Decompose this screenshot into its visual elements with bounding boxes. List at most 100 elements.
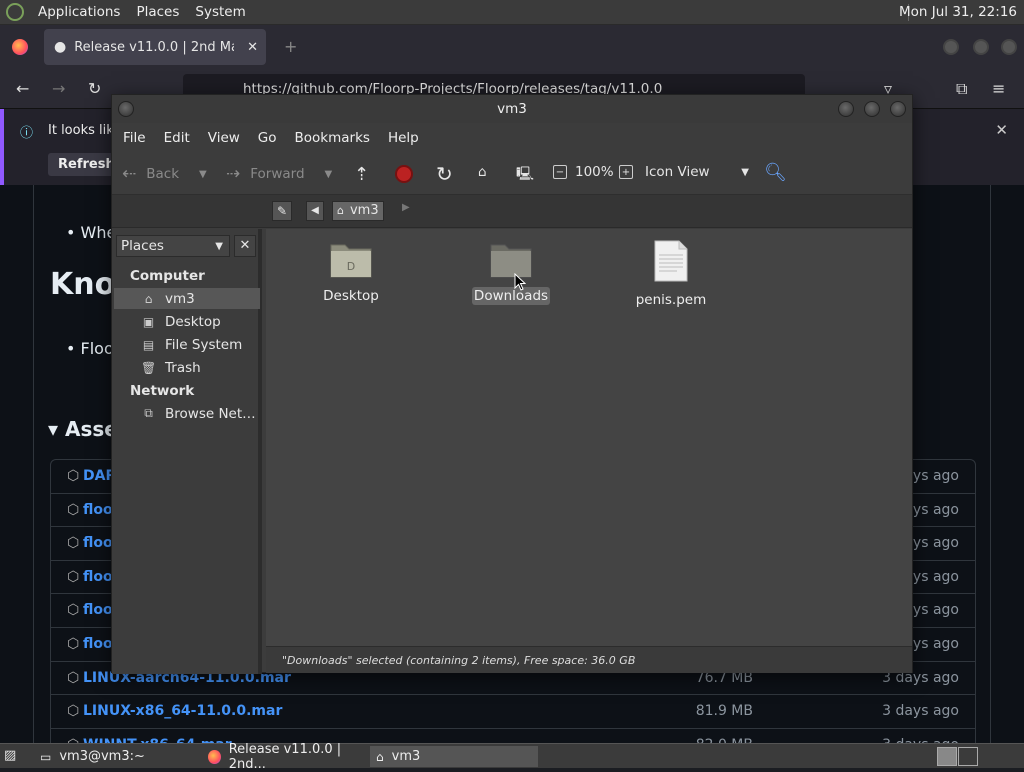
chevron-down-icon: ▼	[215, 240, 223, 252]
task-terminal[interactable]: ▭ vm3@vm3:~	[34, 746, 198, 767]
close-tab-icon[interactable]: ✕	[247, 40, 258, 55]
package-icon: ⬡	[67, 635, 80, 652]
task-firefox[interactable]: Release v11.0.0 | 2nd...	[202, 742, 368, 772]
asset-link[interactable]: floo	[83, 569, 113, 585]
asset-date: 3 days ago	[882, 703, 959, 720]
menu-help[interactable]: Help	[379, 130, 428, 146]
view-mode-select[interactable]: Icon View ▼	[645, 164, 749, 180]
menu-applications[interactable]: Applications	[30, 4, 128, 20]
menu-edit[interactable]: Edit	[155, 130, 199, 146]
window-titlebar[interactable]: vm3	[112, 95, 912, 123]
close-window-icon[interactable]	[1001, 39, 1017, 55]
asset-link[interactable]: floo	[83, 502, 113, 518]
clock[interactable]: Mon Jul 31, 22:16	[899, 4, 1017, 20]
menu-view[interactable]: View	[199, 130, 249, 146]
home-folder-icon: ⌂	[337, 204, 344, 217]
toggle-location-entry-icon[interactable]: ✎	[272, 201, 292, 221]
downloads-folder-icon	[490, 244, 532, 278]
window-menu-icon[interactable]	[118, 101, 134, 117]
close-sidebar-icon[interactable]: ✕	[234, 235, 256, 257]
asset-link[interactable]: LINUX-x86_64-11.0.0.mar	[83, 703, 282, 719]
reload-icon[interactable]: ↻	[436, 162, 453, 186]
asset-size: 81.9 MB	[695, 703, 753, 720]
package-icon: ⬡	[67, 501, 80, 518]
workspace-2[interactable]	[958, 747, 978, 766]
sidebar-item-trash[interactable]: 🗑︎ Trash	[114, 357, 260, 378]
forward-arrow-icon: ⇢	[226, 164, 241, 184]
menu-file[interactable]: File	[114, 130, 155, 146]
sidebar-item-file-system[interactable]: ▤ File System	[114, 334, 260, 355]
sidebar-heading-computer: Computer	[130, 268, 205, 284]
sidebar-item-vm3[interactable]: ⌂ vm3	[114, 288, 260, 309]
close-window-icon[interactable]	[890, 101, 906, 117]
tab-title: Release v11.0.0 | 2nd Major	[74, 39, 234, 55]
maximize-icon[interactable]	[864, 101, 880, 117]
desktop-folder-icon: ▣	[142, 314, 155, 329]
minimize-icon[interactable]	[838, 101, 854, 117]
toolbar: ⇠ Back ▼ ⇢ Forward ▼ ⇡ ↻ ⌂ 🖳 − 100% + Ic…	[112, 153, 912, 195]
task-file-manager[interactable]: ⌂ vm3	[370, 746, 538, 767]
trash-icon: 🗑︎	[141, 360, 157, 375]
mouse-cursor-icon	[514, 273, 526, 291]
new-tab-icon[interactable]: +	[284, 37, 297, 56]
stop-icon[interactable]	[395, 165, 413, 183]
back-arrow-icon[interactable]: ←	[16, 79, 29, 98]
hamburger-menu-icon[interactable]: ≡	[992, 79, 1005, 98]
zoom-out-icon[interactable]: −	[553, 165, 567, 179]
extensions-icon[interactable]: ⧉	[956, 79, 967, 99]
chevron-down-icon: ▼	[741, 166, 749, 178]
forward-button[interactable]: ⇢ Forward ▼	[226, 164, 332, 184]
package-icon: ⬡	[67, 602, 80, 619]
asset-link[interactable]: floo	[83, 636, 113, 652]
workspace-1[interactable]	[937, 747, 957, 766]
sidebar-item-desktop[interactable]: ▣ Desktop	[114, 311, 260, 332]
file-item-downloads[interactable]: Downloads	[456, 239, 566, 305]
menu-go[interactable]: Go	[249, 130, 286, 146]
sidebar-type-select[interactable]: Places ▼	[116, 235, 230, 257]
computer-icon[interactable]: 🖳	[516, 164, 534, 187]
back-button[interactable]: ⇠ Back ▼	[122, 164, 207, 184]
package-icon: ⬡	[67, 669, 80, 686]
mate-logo-icon[interactable]	[6, 3, 24, 21]
file-view[interactable]: D Desktop Downloads penis.pem	[266, 229, 912, 646]
breadcrumb-vm3[interactable]: ⌂ vm3	[332, 201, 384, 221]
menu-places[interactable]: Places	[128, 4, 187, 20]
package-icon: ⬡	[67, 703, 80, 720]
breadcrumb-right-icon[interactable]: ▶	[402, 202, 410, 213]
text-file-icon	[654, 240, 688, 282]
zoom-level[interactable]: 100%	[575, 164, 614, 180]
home-icon[interactable]: ⌂	[478, 164, 487, 180]
assets-heading[interactable]: ▾ Asse	[48, 417, 118, 441]
menu-bookmarks[interactable]: Bookmarks	[286, 130, 379, 146]
sidebar-item-browse-network[interactable]: ⧉ Browse Net…	[114, 403, 260, 424]
terminal-icon: ▭	[40, 749, 52, 764]
top-panel: Applications Places System Mon Jul 31, 2…	[0, 0, 1024, 25]
show-desktop-icon[interactable]: ▨	[4, 748, 16, 763]
up-arrow-icon[interactable]: ⇡	[354, 164, 369, 185]
sidebar-heading-network: Network	[130, 383, 195, 399]
asset-link[interactable]: floo	[83, 535, 113, 551]
breadcrumb-left-icon[interactable]: ◀	[306, 201, 324, 221]
reload-icon[interactable]: ↻	[88, 79, 101, 98]
menu-system[interactable]: System	[187, 4, 253, 20]
home-folder-icon: ⌂	[144, 291, 153, 306]
package-icon: ⬡	[67, 535, 80, 552]
forward-arrow-icon[interactable]: →	[52, 79, 65, 98]
search-icon[interactable]: 🔍︎	[764, 162, 787, 183]
file-item-penis-pem[interactable]: penis.pem	[616, 239, 726, 309]
bottom-panel: ▨ ▭ vm3@vm3:~ Release v11.0.0 | 2nd... ⌂…	[0, 742, 1024, 772]
asset-link[interactable]: floo	[83, 602, 113, 618]
file-item-desktop[interactable]: D Desktop	[296, 239, 406, 305]
back-history-dropdown-icon[interactable]: ▼	[199, 169, 207, 180]
zoom-in-icon[interactable]: +	[619, 165, 633, 179]
svg-text:D: D	[347, 260, 355, 273]
firefox-icon[interactable]	[12, 39, 28, 55]
close-notice-icon[interactable]: ✕	[995, 121, 1008, 139]
window-title: vm3	[497, 101, 527, 117]
forward-history-dropdown-icon[interactable]: ▼	[325, 169, 333, 180]
file-manager-window: vm3 File Edit View Go Bookmarks Help ⇠ B…	[111, 94, 913, 674]
maximize-icon[interactable]	[973, 39, 989, 55]
minimize-icon[interactable]	[943, 39, 959, 55]
firefox-tab[interactable]: ● Release v11.0.0 | 2nd Major ✕	[44, 29, 266, 65]
package-icon: ⬡	[67, 468, 80, 484]
